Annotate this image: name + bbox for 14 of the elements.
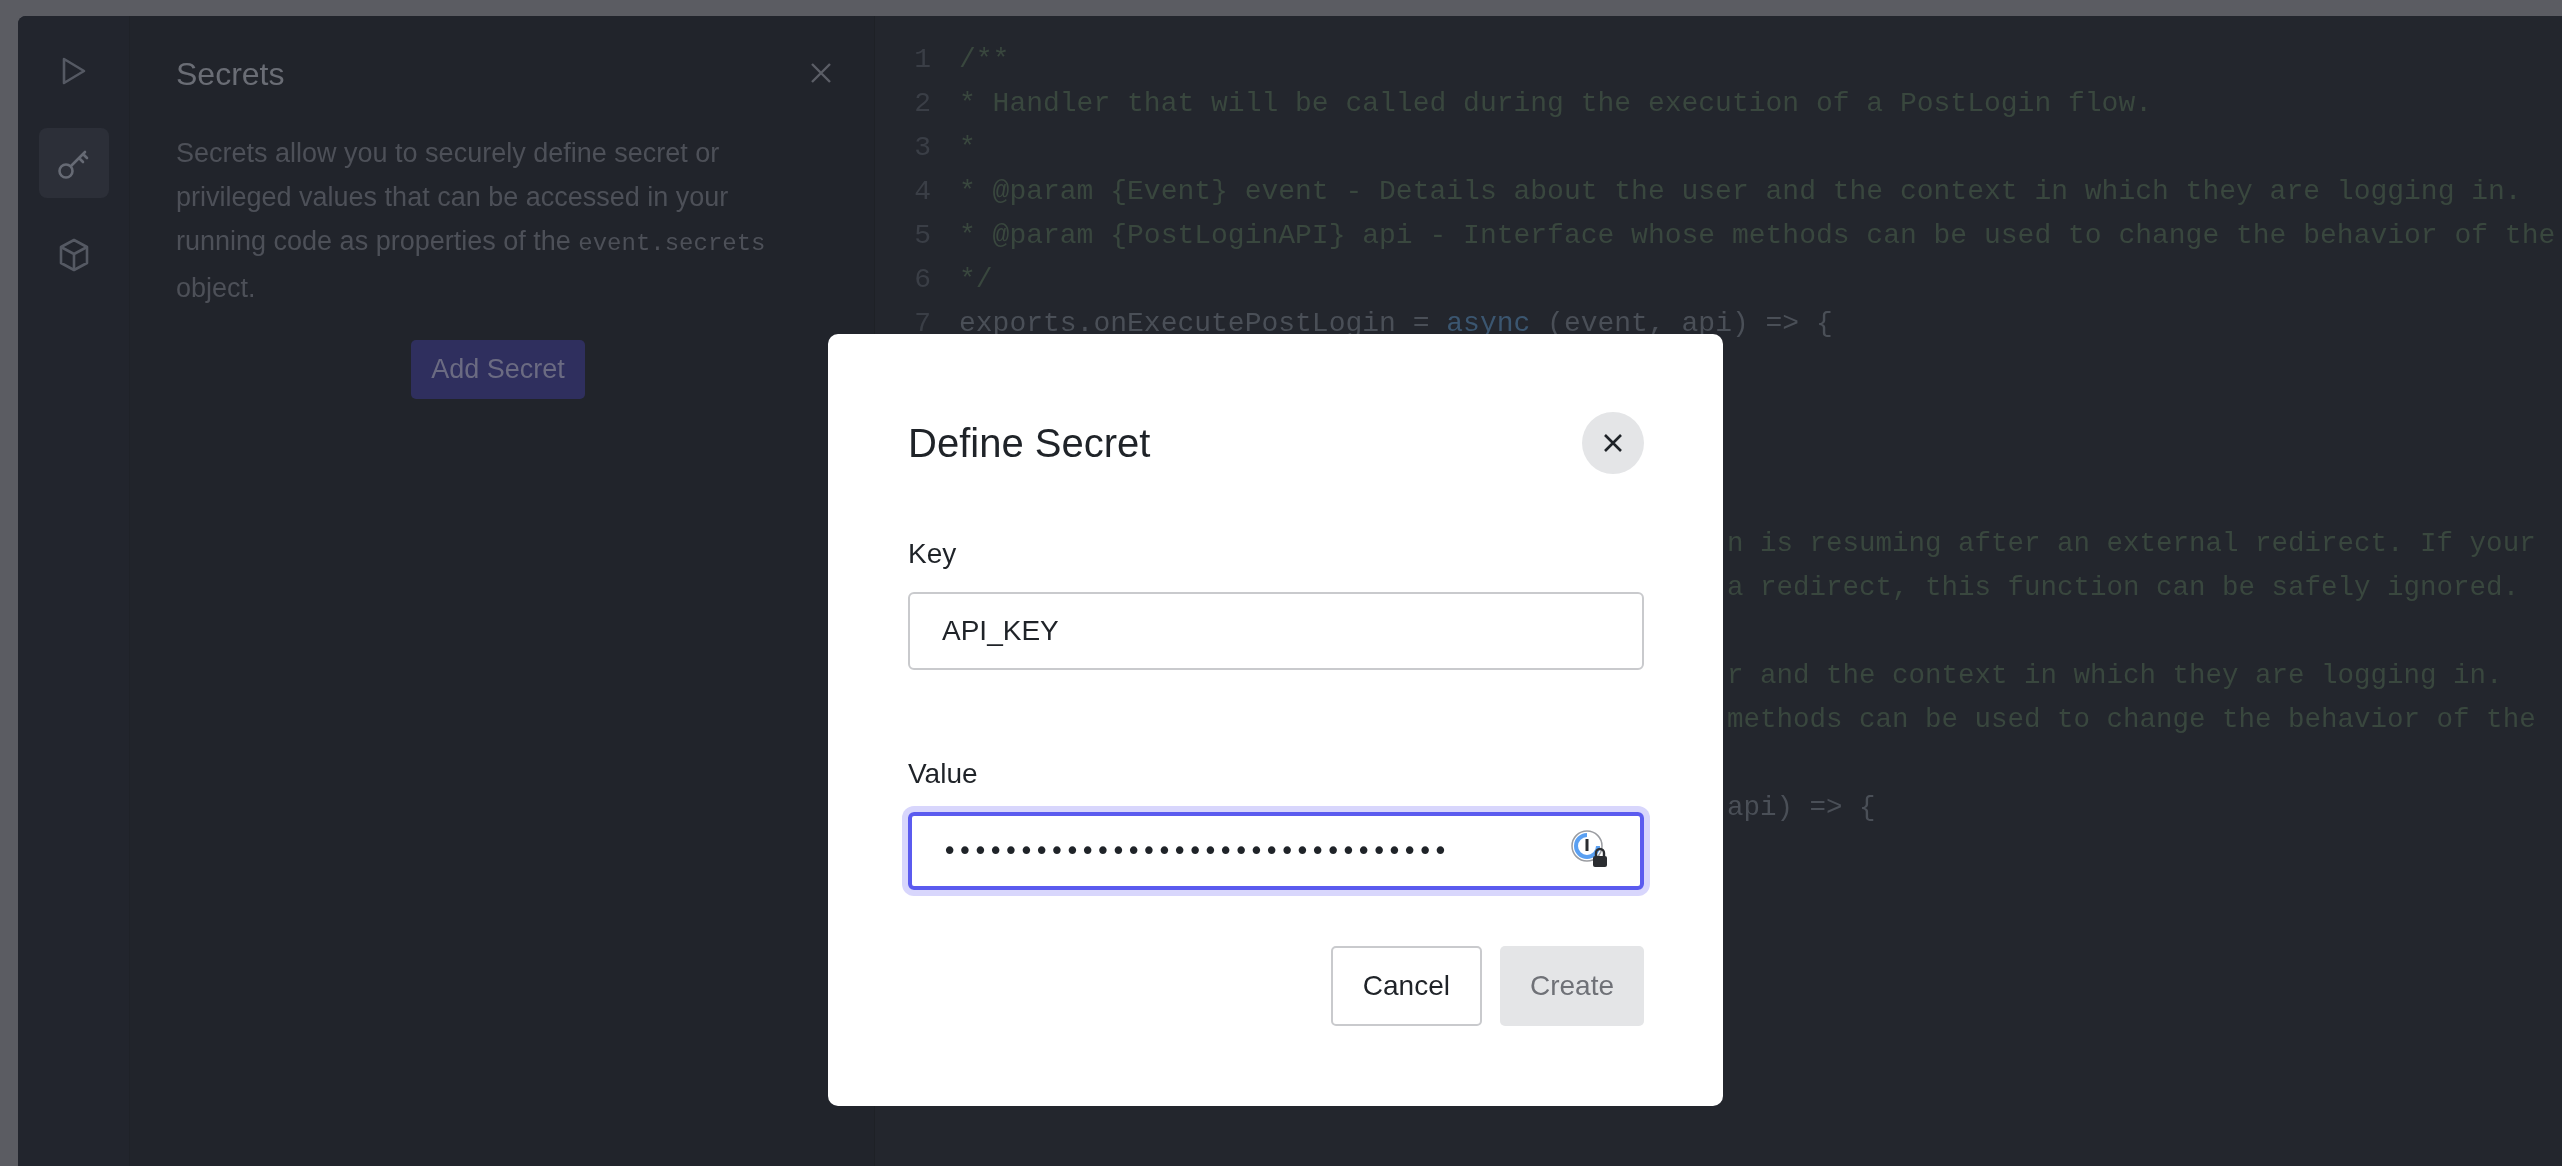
code-line: /** [959, 43, 1010, 77]
panel-title: Secrets [176, 56, 285, 93]
circle-lock-icon[interactable] [1570, 829, 1610, 869]
close-icon [1602, 432, 1624, 454]
sidebar-item[interactable] [38, 128, 109, 198]
field-label: Value [908, 758, 979, 790]
input-field[interactable]: API_KEY [908, 592, 1644, 670]
cancel-button[interactable]: Cancel [1330, 946, 1482, 1026]
field-label: Key [908, 538, 958, 570]
dialog-title: Define Secret [908, 420, 1151, 466]
code-line: * [959, 131, 976, 165]
code-line: */ [959, 263, 993, 297]
play-icon [60, 56, 87, 86]
cube-icon [57, 238, 90, 272]
